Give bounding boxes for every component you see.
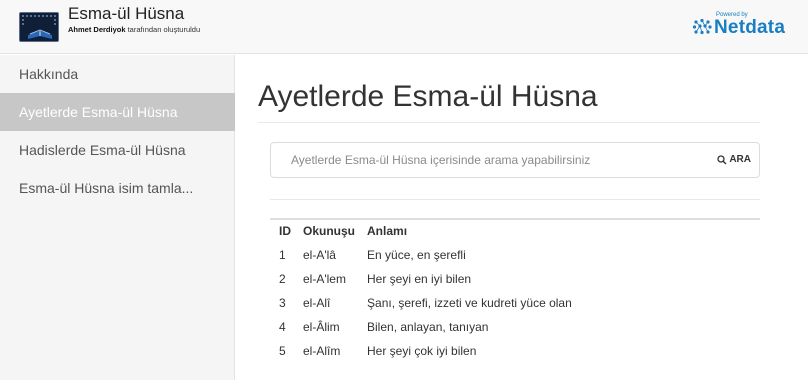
title-divider (258, 122, 760, 123)
cell-id: 1 (279, 248, 286, 263)
search-input[interactable] (271, 143, 701, 177)
app-title: Esma-ül Hüsna (68, 4, 185, 23)
cell-anlami: En yüce, en şerefli (367, 248, 466, 263)
cell-anlami: Her şeyi çok iyi bilen (367, 344, 477, 358)
book-logo-icon[interactable] (19, 12, 59, 42)
page-title: Ayetlerde Esma-ül Hüsna (258, 80, 598, 113)
search-divider (270, 199, 760, 200)
table-header-row: ID Okunuşu Anlamı (270, 218, 760, 244)
main-content: Ayetlerde Esma-ül Hüsna ARA ID Okunuşu A… (236, 55, 808, 380)
table-row[interactable]: 2 el-A'lem Her şeyi en iyi bilen (270, 267, 760, 291)
sidebar-item-hadislerde[interactable]: Hadislerde Esma-ül Hüsna (0, 131, 235, 169)
cell-id: 4 (279, 320, 286, 334)
cell-okunusu: el-Âlim (303, 320, 340, 334)
sidebar-item-hakkinda[interactable]: Hakkında (0, 55, 235, 93)
sidebar-item-ayetlerde[interactable]: Ayetlerde Esma-ül Hüsna (0, 93, 235, 131)
sidebar: Hakkında Ayetlerde Esma-ül Hüsna Hadisle… (0, 55, 235, 380)
top-navbar: Esma-ül Hüsna Ahmet Derdiyok tarafından … (0, 0, 808, 54)
table-row[interactable]: 5 el-Alîm Her şeyi çok iyi bilen (270, 339, 760, 363)
subtitle-rest: tarafından oluşturuldu (125, 25, 201, 34)
cell-id: 5 (279, 344, 286, 358)
search-box: ARA (270, 142, 760, 178)
cell-id: 3 (279, 296, 286, 310)
search-icon (717, 155, 727, 165)
cell-anlami: Her şeyi en iyi bilen (367, 272, 472, 286)
cell-anlami: Bilen, anlayan, tanıyan (367, 320, 489, 334)
cell-okunusu: el-A'lem (303, 272, 346, 286)
cell-okunusu: el-A'lâ (303, 248, 336, 263)
search-button[interactable]: ARA (717, 153, 751, 167)
esma-table: ID Okunuşu Anlamı 1 el-A'lâ En yüce, en … (270, 218, 760, 363)
author-name: Ahmet Derdiyok (68, 25, 126, 34)
cell-anlami: Şanı, şerefi, izzeti ve kudreti yüce ola… (367, 296, 572, 310)
cell-okunusu: el-Alîm (303, 344, 341, 358)
table-row[interactable]: 1 el-A'lâ En yüce, en şerefli (270, 243, 760, 267)
column-header-okunusu[interactable]: Okunuşu (297, 218, 362, 244)
table-row[interactable]: 4 el-Âlim Bilen, anlayan, tanıyan (270, 315, 760, 339)
column-header-id[interactable]: ID (270, 218, 297, 244)
netdata-logo-link[interactable]: Powered by Netdata (692, 12, 792, 40)
sidebar-item-isim-tamlamalari[interactable]: Esma-ül Hüsna isim tamla... (0, 169, 235, 207)
table-row[interactable]: 3 el-Alî Şanı, şerefi, izzeti ve kudreti… (270, 291, 760, 315)
cell-okunusu: el-Alî (303, 296, 331, 310)
app-subtitle: Ahmet Derdiyok tarafından oluşturuldu (68, 25, 200, 35)
netdata-brand-name: Netdata (714, 17, 786, 38)
column-header-anlami[interactable]: Anlamı (361, 218, 760, 244)
cell-id: 2 (279, 272, 286, 286)
search-button-label: ARA (729, 154, 751, 165)
netdata-globe-icon (692, 18, 712, 35)
